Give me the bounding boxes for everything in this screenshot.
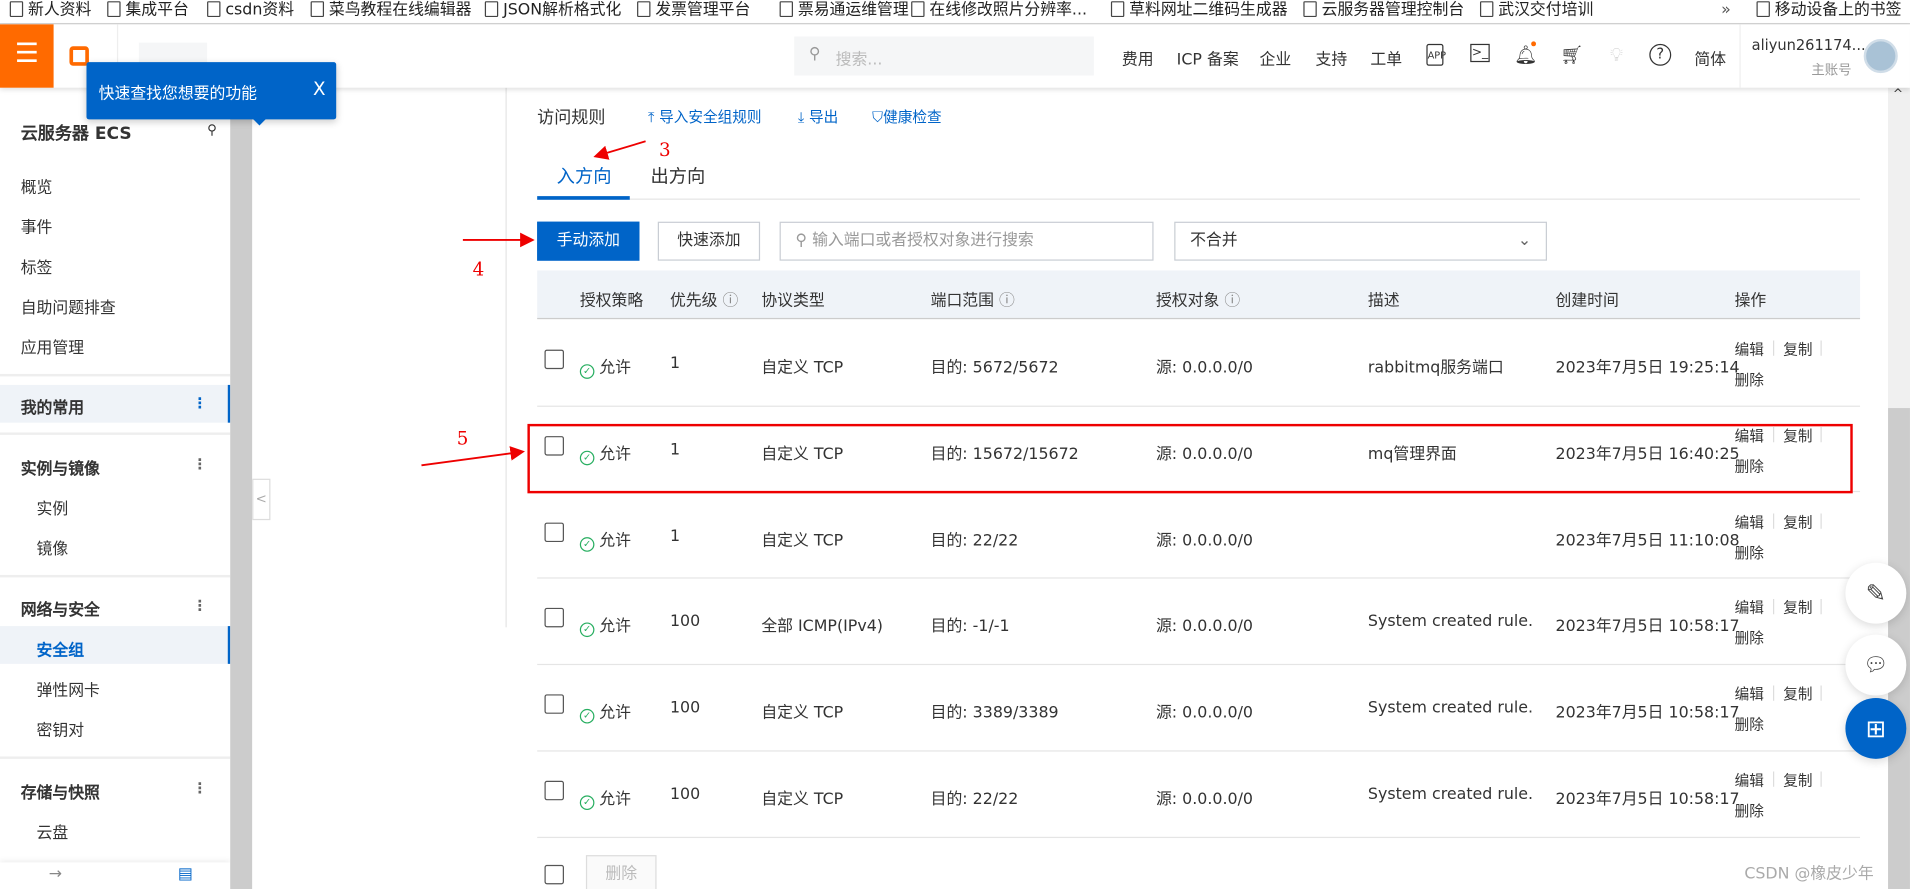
- annotation-arrow-3: [593, 140, 646, 160]
- close-icon[interactable]: X: [313, 78, 326, 100]
- lightbulb-icon[interactable]: 💡︎: [1605, 44, 1627, 66]
- feedback-edit-button[interactable]: ✎: [1845, 562, 1907, 624]
- menu-icon[interactable]: ☰: [0, 24, 54, 88]
- app-icon[interactable]: APP: [1426, 43, 1446, 66]
- tooltip-text: 快速查找您想要的功能: [98, 85, 258, 104]
- nav-icp[interactable]: ICP 备案: [1177, 46, 1239, 69]
- annotation-arrows: [421, 140, 646, 467]
- nav-enterprise[interactable]: 企业: [1260, 46, 1292, 69]
- pencil-icon: ✎: [1865, 578, 1887, 608]
- search-icon: ⚲: [808, 45, 821, 64]
- annotation-label-4: 4: [472, 258, 485, 281]
- terminal-icon[interactable]: >_: [1470, 43, 1490, 63]
- annotation-label-5: 5: [456, 427, 469, 450]
- global-search[interactable]: ⚲ 搜索...: [794, 36, 1094, 76]
- annotation-label-3: 3: [658, 138, 671, 161]
- nav-fees[interactable]: 费用: [1122, 46, 1154, 69]
- annotation-arrow-5: [421, 446, 525, 467]
- chat-icon: 💬︎: [1863, 652, 1889, 677]
- username[interactable]: aliyun261174...: [1752, 37, 1866, 54]
- page-scrollbar-track[interactable]: ^: [1888, 87, 1910, 409]
- chat-button[interactable]: 💬︎: [1845, 634, 1907, 696]
- bell-icon[interactable]: 🔔︎: [1514, 44, 1537, 66]
- apps-button[interactable]: ⊞: [1845, 697, 1907, 759]
- nav-ticket[interactable]: 工单: [1370, 46, 1402, 69]
- nav-support[interactable]: 支持: [1316, 46, 1348, 69]
- apps-icon: ⊞: [1865, 713, 1887, 744]
- notification-dot: [1531, 41, 1537, 47]
- watermark: CSDN @橡皮少年: [1744, 864, 1874, 884]
- cart-icon[interactable]: 🛒︎: [1560, 44, 1583, 66]
- language-switch[interactable]: 简体: [1694, 46, 1726, 69]
- search-placeholder: 搜索...: [835, 51, 883, 70]
- help-icon[interactable]: ?: [1649, 43, 1672, 66]
- account-type: 主账号: [1811, 62, 1852, 78]
- tooltip: 快速查找您想要的功能 X: [86, 62, 337, 126]
- avatar[interactable]: [1863, 38, 1898, 74]
